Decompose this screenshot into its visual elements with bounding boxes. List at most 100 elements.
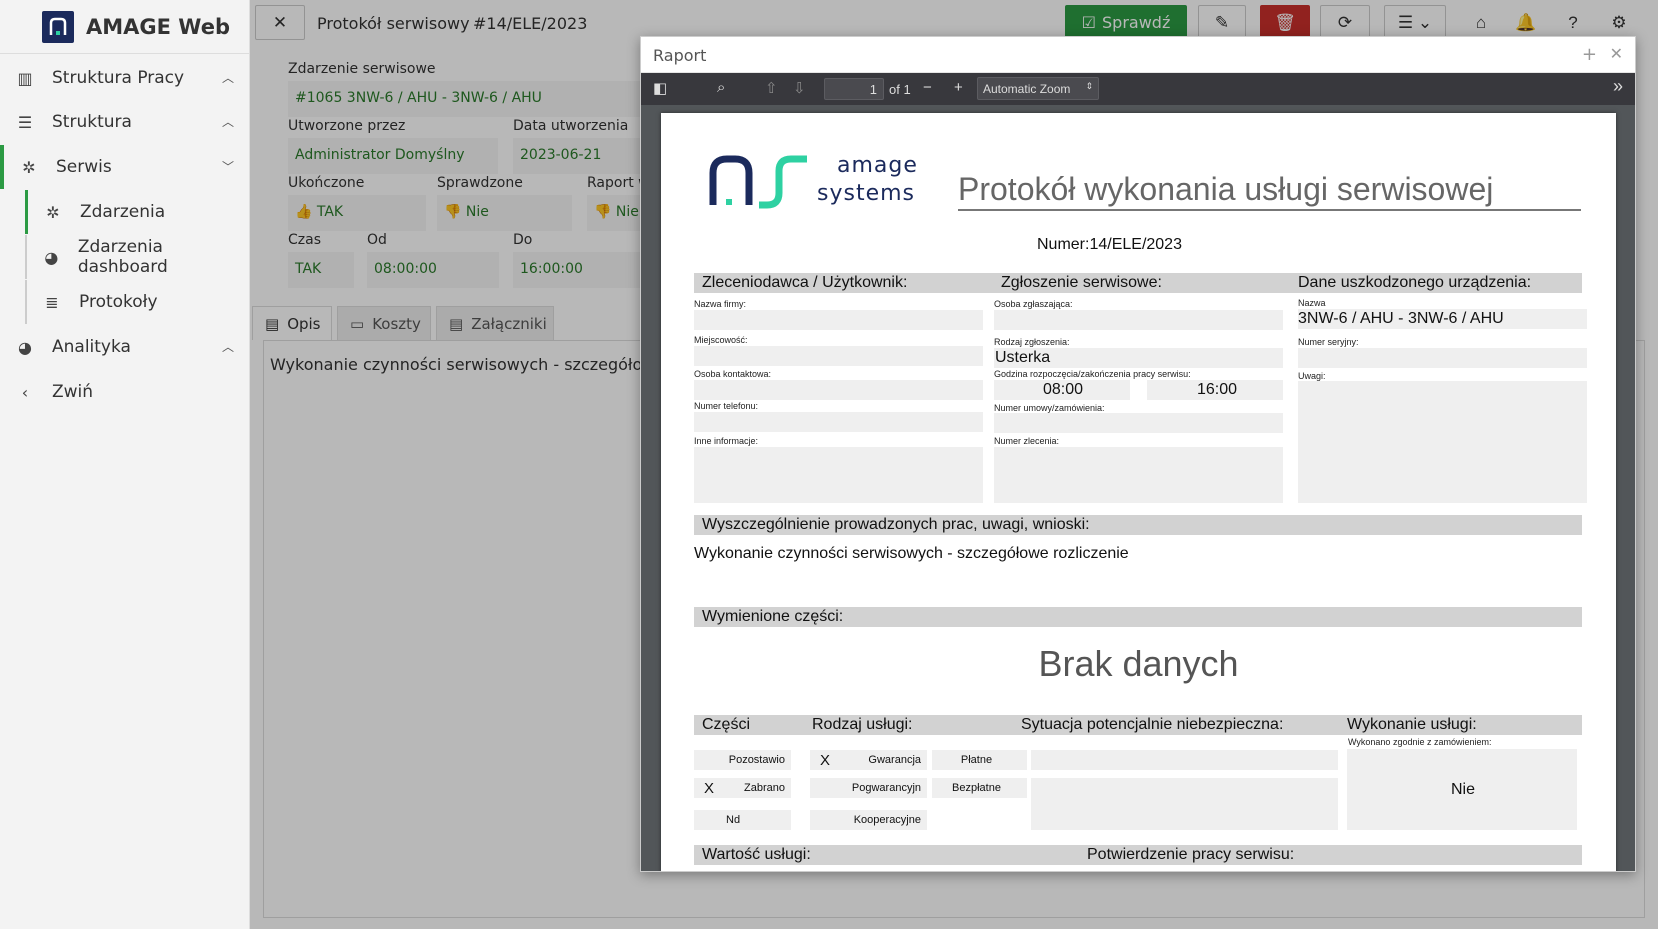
contract-number-label: Numer umowy/zamówienia: [994, 403, 1105, 413]
taken-checkbox: X Zabrano [694, 778, 791, 798]
phone-field [694, 412, 983, 432]
chevron-up-icon: ︿ [221, 115, 234, 129]
contract-number-field [994, 413, 1283, 433]
service-type-header: Rodzaj usługi: [812, 716, 913, 733]
other-info-field [694, 447, 983, 503]
list-icon: ≣ [45, 292, 59, 312]
building-icon: ▥ [17, 68, 33, 88]
arrow-down-icon[interactable]: ⇩ [793, 79, 806, 97]
done-as-ordered-value: Nie [1451, 781, 1476, 798]
zoom-select[interactable]: Automatic Zoom ⇕ [977, 77, 1099, 100]
zoom-in-icon[interactable]: + [954, 79, 963, 96]
sidebar-item-struktura-pracy[interactable]: ▥ Struktura Pracy ︿ [0, 56, 250, 100]
free-checkbox: Bezpłatne [932, 778, 1027, 798]
execution-header: Wykonanie usługi: [1347, 716, 1477, 733]
bug-icon: ✲ [22, 157, 36, 177]
bug-icon: ✲ [46, 202, 60, 222]
app-logo-icon [42, 10, 74, 43]
modal-header: Raport + ✕ [641, 37, 1635, 73]
dashboard-gauge-icon: ◕ [18, 337, 32, 357]
sidebar-item-label: Struktura [52, 112, 132, 132]
device-name-label: Nazwa [1298, 298, 1326, 308]
other-info-label: Inne informacje: [694, 436, 759, 446]
confirm-header: Potwierdzenie pracy serwisu: [1087, 846, 1295, 863]
double-chevron-right-icon[interactable]: » [1613, 76, 1623, 97]
reporter-field [994, 310, 1283, 330]
device-header: Dane uszkodzonego urządzenia: [1298, 274, 1532, 291]
parts-header: Wymienione części: [694, 607, 1582, 627]
work-hours-label: Godzina rozpoczęcia/zakończenia pracy se… [994, 369, 1191, 379]
sidebar-item-zdarzenia[interactable]: ✲ Zdarzenia [25, 190, 250, 234]
city-label: Miejscowość: [694, 335, 748, 345]
sidebar-item-label: Protokoły [79, 292, 158, 312]
start-time-value: 08:00 [1043, 381, 1084, 398]
notes-label: Uwagi: [1298, 371, 1326, 381]
order-number-field [994, 447, 1283, 503]
serial-field [1298, 348, 1587, 368]
client-header: Zleceniodawca / Użytkownik: [702, 274, 908, 291]
search-icon[interactable]: ⌕ [717, 79, 725, 96]
done-as-ordered-label: Wykonano zgodnie z zamówieniem: [1348, 737, 1492, 747]
taken-check-mark: X [704, 779, 715, 797]
select-arrows-icon: ⇕ [1085, 81, 1093, 91]
sidebar-item-label: Analityka [52, 337, 131, 357]
sidebar-toggle-icon[interactable]: ◧ [653, 79, 667, 97]
contact-field [694, 380, 983, 400]
end-time-value: 16:00 [1197, 381, 1238, 398]
danger-header: Sytuacja potencjalnie niebezpieczna: [1021, 716, 1284, 733]
danger-field-1 [1031, 750, 1338, 770]
company-name-field [694, 310, 983, 330]
sidebar-item-label: Zwiń [52, 382, 94, 402]
zoom-out-icon[interactable]: − [923, 79, 932, 96]
sidebar-item-analityka[interactable]: ◕ Analityka ︿ [0, 325, 250, 369]
sidebar-item-label: Struktura Pracy [52, 68, 185, 88]
maximize-icon[interactable]: + [1582, 44, 1597, 65]
device-name-value: 3NW-6 / AHU - 3NW-6 / AHU [1298, 310, 1504, 327]
company-name-label: Nazwa firmy: [694, 299, 747, 309]
sidebar-item-zdarzenia-dashboard[interactable]: ◕ Zdarzenia dashboard [25, 235, 250, 279]
no-data-text: Brak danych [1038, 643, 1239, 684]
sidebar: AMAGE Web ▥ Struktura Pracy ︿ ☰ Struktur… [0, 0, 250, 929]
pdf-title: Protokół wykonania usługi serwisowej [958, 171, 1581, 211]
sidebar-item-zwin[interactable]: ‹ Zwiń [0, 370, 250, 414]
amage-systems-logo [709, 151, 809, 216]
order-number-label: Numer zlecenia: [994, 436, 1060, 446]
sidebar-item-label: Zdarzenia dashboard [77, 237, 168, 277]
notes-field [1298, 381, 1587, 503]
works-header: Wyszczególnienie prowadzonych prac, uwag… [694, 515, 1582, 535]
page-count: of 1 [889, 82, 911, 97]
request-type-value: Usterka [995, 349, 1051, 366]
pdf-page: amage systems Protokół wykonania usługi … [661, 113, 1616, 871]
chevron-down-icon: ﹀ [221, 160, 234, 174]
app-name: AMAGE Web [86, 14, 230, 39]
brand[interactable]: AMAGE Web [0, 0, 250, 54]
nd-checkbox: Nd [694, 810, 791, 830]
chevron-up-icon: ︿ [221, 340, 234, 354]
parts-col-header: Części [702, 716, 751, 733]
free-label: Bezpłatne [952, 782, 1001, 794]
warranty-label: Gwarancja [868, 754, 921, 766]
request-header: Zgłoszenie serwisowe: [1001, 274, 1162, 291]
tree-list-icon: ☰ [17, 112, 33, 132]
pdf-viewer[interactable]: amage systems Protokół wykonania usługi … [641, 105, 1635, 871]
phone-label: Numer telefonu: [694, 401, 759, 411]
serial-label: Numer seryjny: [1298, 337, 1359, 347]
page-number-input[interactable]: 1 [824, 78, 884, 100]
chevron-up-icon: ︿ [221, 71, 234, 85]
report-modal: Raport + ✕ ◧ ⌕ ⇧ ⇩ 1 of 1 − + Automatic … [640, 36, 1636, 872]
modal-title: Raport [653, 46, 707, 65]
sidebar-item-struktura[interactable]: ☰ Struktura ︿ [0, 100, 250, 144]
logo-text-top: amage [837, 153, 918, 178]
arrow-up-icon[interactable]: ⇧ [765, 79, 778, 97]
works-text: Wykonanie czynności serwisowych - szczeg… [694, 545, 1129, 562]
pdf-toolbar: ◧ ⌕ ⇧ ⇩ 1 of 1 − + Automatic Zoom ⇕ » [641, 73, 1635, 105]
sidebar-item-serwis[interactable]: ✲ Serwis ﹀ [0, 145, 250, 189]
dashboard-gauge-icon: ◕ [44, 247, 59, 267]
sidebar-item-protokoly[interactable]: ≣ Protokoły [25, 280, 250, 324]
warranty-check-mark: X [820, 751, 831, 769]
close-icon[interactable]: ✕ [1610, 44, 1623, 63]
nd-label: Nd [726, 814, 741, 826]
coop-label: Kooperacyjne [853, 814, 921, 826]
sidebar-item-label: Serwis [56, 157, 112, 177]
left-label: Pozostawio [728, 754, 785, 766]
